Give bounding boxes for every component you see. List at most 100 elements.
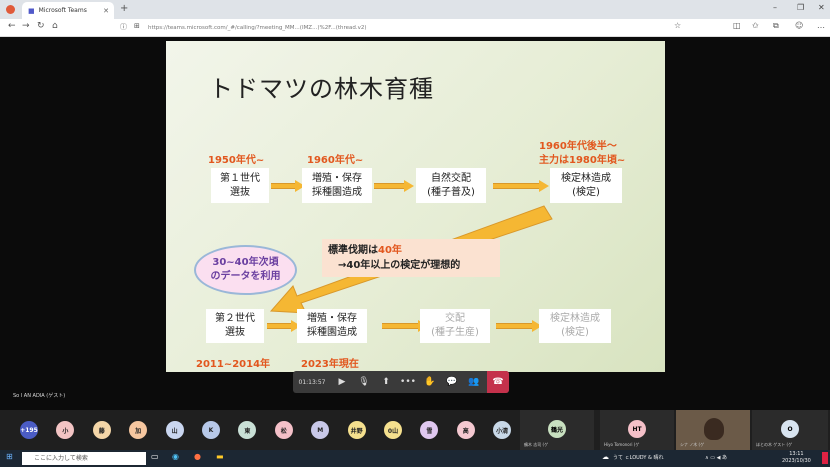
participant-tile[interactable]: HT Hiyo Tomonori (ゲ <box>600 410 674 450</box>
file-explorer-icon[interactable]: ▬ <box>216 452 224 461</box>
box-cross1: 自然交配 (種子普及) <box>416 168 486 203</box>
minimize-button[interactable]: – <box>773 3 777 12</box>
camera-icon[interactable]: ▶ <box>331 371 353 393</box>
browser-menu-icon[interactable] <box>6 5 15 14</box>
box-breed2: 増殖・保存 採種園造成 <box>297 309 367 343</box>
rotation-note: 標準伐期は40年 →40年以上の検定が理想的 <box>322 239 500 277</box>
more-options-icon[interactable]: … <box>817 21 825 30</box>
bubble-text: のデータを利用 <box>210 271 281 282</box>
participant-tile-avatar: HT <box>628 420 646 438</box>
windows-start-icon[interactable]: ⊞ <box>6 452 13 461</box>
collections-icon[interactable]: ⧉ <box>773 21 779 31</box>
data-usage-bubble: 30~40年次頃 のデータを利用 <box>194 245 297 295</box>
url-field[interactable]: https://teams.microsoft.com/_#/calling/?… <box>148 22 608 34</box>
box-cross2: 交配 (種子生産) <box>420 309 490 343</box>
box-test1: 検定林造成 (検定) <box>550 168 622 203</box>
box-text: (検定) <box>561 327 589 338</box>
tab-title: Microsoft Teams <box>38 7 87 14</box>
label-2011: 2011~2014年 <box>196 359 271 370</box>
split-screen-icon[interactable]: ◫ <box>733 21 741 30</box>
chat-icon[interactable]: 💬 <box>441 371 463 393</box>
clock-time: 13:11 <box>789 451 804 457</box>
box-text: 第１世代 <box>220 172 260 184</box>
label-1960s: 1960年代~ <box>307 155 364 166</box>
participant-tile-avatar: O <box>781 420 799 438</box>
profile-icon[interactable]: ☺ <box>795 21 803 30</box>
participant-video <box>704 418 724 440</box>
box-test2: 検定林造成 (検定) <box>539 309 611 343</box>
box-text: 検定林造成 <box>561 172 611 184</box>
participant-tile-name: シナ ノ木 (ゲ <box>680 442 705 447</box>
participant-avatar[interactable]: 高 <box>456 421 475 439</box>
tab-close-icon[interactable]: ✕ <box>103 7 109 15</box>
participant-tile-name: ほとの木 ゲスト (ゲ <box>756 442 793 447</box>
participant-avatar[interactable]: 松 <box>274 421 293 439</box>
mic-muted-icon[interactable]: 🎙 <box>353 371 375 393</box>
participant-avatar[interactable]: 藤 <box>92 421 111 439</box>
meeting-timer: 01:13:57 <box>298 378 326 386</box>
arrow-right <box>493 180 549 192</box>
participant-tile-name: Hiyo Tomonori (ゲ <box>604 442 640 447</box>
more-actions-icon[interactable]: ••• <box>397 371 419 393</box>
edge-icon[interactable]: ◉ <box>172 452 179 461</box>
box-text: 自然交配 <box>431 172 471 184</box>
share-screen-icon[interactable]: ⬆ <box>375 371 397 393</box>
box-text: (種子普及) <box>427 186 475 198</box>
favorite-icon[interactable]: ☆ <box>674 21 681 30</box>
box-text: 増殖・保存 <box>312 172 362 184</box>
participant-tile-avatar: 鶴光 <box>548 420 566 438</box>
box-text: 選抜 <box>225 327 245 338</box>
participant-avatar[interactable]: K <box>202 421 220 439</box>
arrow-right <box>374 180 414 192</box>
raise-hand-icon[interactable]: ✋ <box>419 371 441 393</box>
box-text: 交配 <box>445 313 465 324</box>
close-window-button[interactable]: ✕ <box>818 3 825 12</box>
firefox-icon[interactable]: ● <box>194 452 201 461</box>
weather-icon[interactable]: ☁ <box>602 453 609 461</box>
clock-date: 2023/10/30 <box>782 458 811 464</box>
favorites-list-icon[interactable]: ✩ <box>752 21 759 30</box>
task-view-icon[interactable]: ▭ <box>151 452 159 461</box>
box-text: 第２世代 <box>215 313 255 324</box>
bubble-text: 30~40年次頃 <box>212 257 279 268</box>
box-text: 増殖・保存 <box>307 313 357 324</box>
system-tray-icons[interactable]: ∧ ▭ ◀ あ <box>705 454 727 461</box>
participant-tile[interactable]: シナ ノ木 (ゲ <box>676 410 750 450</box>
box-gen1-selection: 第１世代 選抜 <box>211 168 269 203</box>
notification-icon[interactable] <box>822 452 828 464</box>
browser-tab[interactable]: ■ Microsoft Teams ✕ <box>22 2 114 19</box>
forward-icon[interactable]: → <box>22 21 30 31</box>
participant-avatar[interactable]: 0山 <box>384 421 402 439</box>
participant-tile[interactable]: 鶴光鶴木 志司 (ゲ <box>520 410 594 450</box>
tray-weather-text: うて ｃLOUDY & 晴れ <box>613 455 664 461</box>
participant-avatar[interactable]: 井野 <box>347 421 366 439</box>
taskbar-clock[interactable]: 13:11 2023/10/30 <box>782 451 811 465</box>
label-main-1980: 主力は1980年頃~ <box>539 155 626 166</box>
arrow-right <box>271 180 305 192</box>
box-text: 検定林造成 <box>550 313 600 324</box>
refresh-icon[interactable]: ↻ <box>37 21 45 31</box>
hang-up-button[interactable]: ☎ <box>487 371 509 393</box>
maximize-button[interactable]: ❐ <box>797 3 804 12</box>
taskbar-search-input[interactable]: ここに入力して検索 <box>22 452 146 465</box>
note-text: 標準伐期は <box>328 245 378 256</box>
participant-tile[interactable]: O ほとの木 ゲスト (ゲ <box>752 410 828 450</box>
label-late-1960s: 1960年代後半～ <box>539 141 617 152</box>
label-1950s: 1950年代~ <box>208 155 265 166</box>
new-tab-button[interactable]: + <box>120 3 128 14</box>
note-text: →40年以上の検定が理想的 <box>338 260 461 271</box>
info-icon[interactable]: ⓘ <box>120 22 127 32</box>
box-text: (検定) <box>572 186 600 198</box>
box-text: (種子生産) <box>431 327 479 338</box>
participant-avatar[interactable]: 山 <box>165 421 184 439</box>
participant-tile-name: 鶴木 志司 (ゲ <box>524 442 549 447</box>
box-text: 採種園造成 <box>312 186 362 198</box>
site-settings-icon[interactable]: ⊞ <box>134 22 140 30</box>
participants-icon[interactable]: 👥 <box>463 371 485 393</box>
box-text: 選抜 <box>230 186 250 198</box>
teams-favicon-icon: ■ <box>28 6 35 15</box>
arrow-right <box>496 320 542 332</box>
back-icon[interactable]: ← <box>8 21 16 31</box>
participant-avatar[interactable]: +195 <box>20 421 38 439</box>
home-icon[interactable]: ⌂ <box>52 21 58 31</box>
